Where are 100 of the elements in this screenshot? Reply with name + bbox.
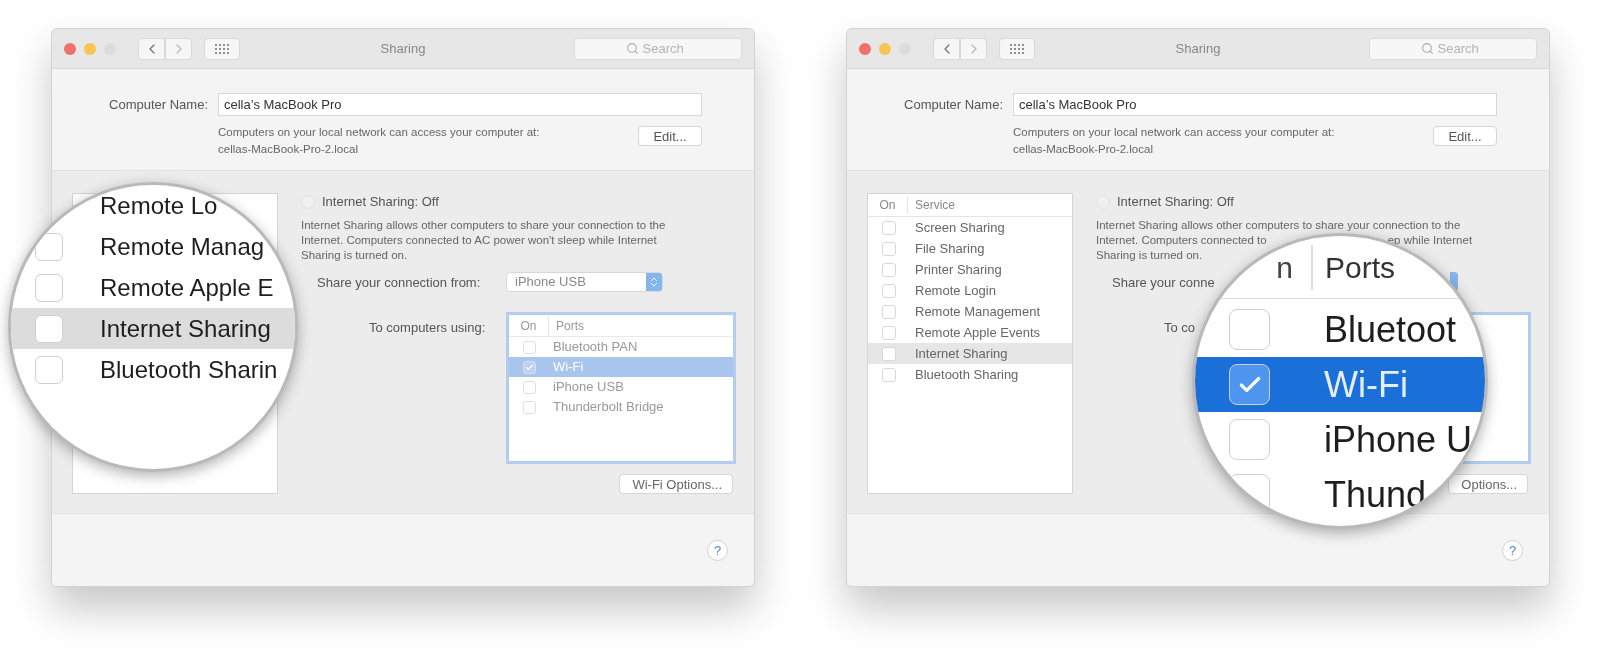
port-name: Bluetooth PAN bbox=[553, 338, 638, 357]
checkbox[interactable] bbox=[882, 367, 896, 382]
service-name: Printer Sharing bbox=[915, 260, 1002, 279]
service-name: Screen Sharing bbox=[915, 218, 1005, 237]
computer-name-field[interactable]: cella’s MacBook Pro bbox=[218, 93, 702, 116]
address-note: cellas-MacBook-Pro-2.local bbox=[218, 142, 359, 157]
show-all-button[interactable] bbox=[204, 37, 240, 60]
magnified-row[interactable]: Wi-Fi bbox=[1195, 357, 1485, 412]
service-name: Bluetooth Sharing bbox=[915, 365, 1019, 384]
service-row[interactable]: Remote Management bbox=[868, 301, 1072, 322]
service-row[interactable]: Remote Login bbox=[868, 280, 1072, 301]
field-label: To co bbox=[1164, 320, 1196, 335]
magnified-row[interactable]: Bluetooth Sharin bbox=[11, 349, 295, 390]
checkbox[interactable] bbox=[523, 400, 536, 414]
checkbox[interactable] bbox=[35, 314, 63, 343]
show-all-button[interactable] bbox=[999, 37, 1035, 60]
magnified-row[interactable]: Bluetoot bbox=[1195, 302, 1457, 357]
service-name: File Sharing bbox=[915, 239, 985, 258]
checkbox[interactable] bbox=[35, 232, 63, 261]
magnified-row[interactable]: Thund bbox=[1195, 467, 1427, 522]
check-icon bbox=[525, 362, 534, 372]
checkbox[interactable] bbox=[882, 304, 896, 319]
field-label: To computers using: bbox=[369, 320, 486, 335]
back-button[interactable] bbox=[933, 37, 960, 60]
search-field[interactable]: Search bbox=[574, 37, 742, 60]
checkbox[interactable] bbox=[882, 220, 896, 235]
checkbox[interactable] bbox=[35, 273, 63, 302]
checkbox[interactable] bbox=[882, 325, 896, 340]
search-field[interactable]: Search bbox=[1369, 37, 1537, 60]
magnified-label: Remote Manag bbox=[100, 231, 265, 262]
forward-button[interactable] bbox=[960, 37, 987, 60]
address-note: cellas-MacBook-Pro-2.local bbox=[1013, 142, 1154, 157]
search-input[interactable]: Search bbox=[1437, 38, 1486, 59]
checkbox[interactable] bbox=[882, 241, 896, 256]
field-label: Computer Name: bbox=[903, 95, 1003, 114]
grid-icon bbox=[214, 42, 230, 55]
port-name: iPhone USB bbox=[553, 378, 624, 397]
checkbox[interactable] bbox=[882, 262, 896, 277]
options-button[interactable]: Wi-Fi Options... bbox=[619, 474, 733, 494]
checkbox[interactable] bbox=[523, 360, 536, 374]
magnified-row[interactable]: Remote Manag bbox=[11, 226, 295, 267]
window-title: Sharing bbox=[1175, 39, 1221, 58]
connection-popup[interactable]: iPhone USB bbox=[506, 272, 663, 292]
status-label: Internet Sharing: Off bbox=[322, 193, 439, 212]
back-button[interactable] bbox=[138, 37, 165, 60]
search-input[interactable]: Search bbox=[642, 38, 691, 59]
magnified-row[interactable]: Remote Apple E bbox=[11, 267, 295, 308]
service-name: Remote Apple Events bbox=[915, 323, 1041, 342]
service-name: Remote Management bbox=[915, 302, 1040, 321]
field-label: Share your connection from: bbox=[317, 275, 481, 290]
minimize-button[interactable] bbox=[84, 42, 96, 55]
checkbox[interactable] bbox=[882, 346, 896, 361]
service-row[interactable]: Remote Apple Events bbox=[868, 322, 1072, 343]
checkbox[interactable] bbox=[35, 355, 63, 384]
column-header: On bbox=[509, 316, 549, 335]
service-row[interactable]: Internet Sharing bbox=[868, 343, 1072, 364]
service-row[interactable]: Bluetooth Sharing bbox=[868, 364, 1072, 385]
checkbox[interactable] bbox=[1229, 309, 1270, 350]
description-text: Internet Sharing allows other computers to share your connection to the bbox=[1096, 218, 1461, 233]
address-note: Computers on your local network can access your computer at: bbox=[218, 125, 540, 140]
stepper-icon bbox=[648, 276, 660, 288]
service-row[interactable]: Screen Sharing bbox=[868, 217, 1072, 238]
options-button[interactable]: Options... bbox=[1448, 474, 1528, 494]
magnified-label: Wi-Fi bbox=[1324, 362, 1408, 407]
checkbox[interactable] bbox=[882, 283, 896, 298]
computer-name-field[interactable]: cella’s MacBook Pro bbox=[1013, 93, 1497, 116]
close-button[interactable] bbox=[64, 42, 76, 55]
magnified-label: Bluetoot bbox=[1324, 307, 1457, 352]
column-header: On bbox=[868, 196, 908, 214]
search-icon bbox=[1420, 42, 1434, 55]
column-header: Ports bbox=[555, 317, 584, 335]
search-icon bbox=[625, 42, 639, 55]
forward-button[interactable] bbox=[165, 37, 192, 60]
magnified-row[interactable]: Remote Lo bbox=[11, 185, 295, 226]
column-header: Service bbox=[914, 197, 955, 214]
help-button[interactable]: ? bbox=[707, 540, 728, 561]
edit-button[interactable]: Edit... bbox=[1433, 126, 1497, 146]
magnified-row[interactable]: Internet Sharing bbox=[11, 308, 295, 349]
magnified-label: Internet Sharing bbox=[100, 313, 271, 344]
magnified-label: Thund bbox=[1324, 472, 1427, 517]
edit-button[interactable]: Edit... bbox=[638, 126, 702, 146]
port-name: Thunderbolt Bridge bbox=[553, 398, 664, 417]
description-text: Sharing is turned on. bbox=[301, 248, 408, 263]
description-text: Internet Sharing allows other computers to share your connection to the bbox=[301, 218, 666, 233]
magnified-row[interactable]: iPhone U bbox=[1195, 412, 1473, 467]
help-button[interactable]: ? bbox=[1502, 540, 1523, 561]
description-text: Internet. Computers connected to AC power won't sleep while Internet bbox=[301, 233, 657, 248]
service-row[interactable]: File Sharing bbox=[868, 238, 1072, 259]
checkbox[interactable] bbox=[523, 380, 536, 394]
checkbox[interactable] bbox=[1229, 419, 1270, 460]
checkbox[interactable] bbox=[1229, 364, 1270, 405]
close-button[interactable] bbox=[859, 42, 871, 55]
minimize-button[interactable] bbox=[879, 42, 891, 55]
column-header: Ports bbox=[1324, 249, 1396, 286]
window-title: Sharing bbox=[380, 39, 426, 58]
magnified-label: Remote Apple E bbox=[100, 272, 274, 303]
status-label: Internet Sharing: Off bbox=[1117, 193, 1234, 212]
checkbox[interactable] bbox=[523, 340, 536, 354]
description-text: Sharing is turned on. bbox=[1096, 248, 1203, 263]
service-row[interactable]: Printer Sharing bbox=[868, 259, 1072, 280]
